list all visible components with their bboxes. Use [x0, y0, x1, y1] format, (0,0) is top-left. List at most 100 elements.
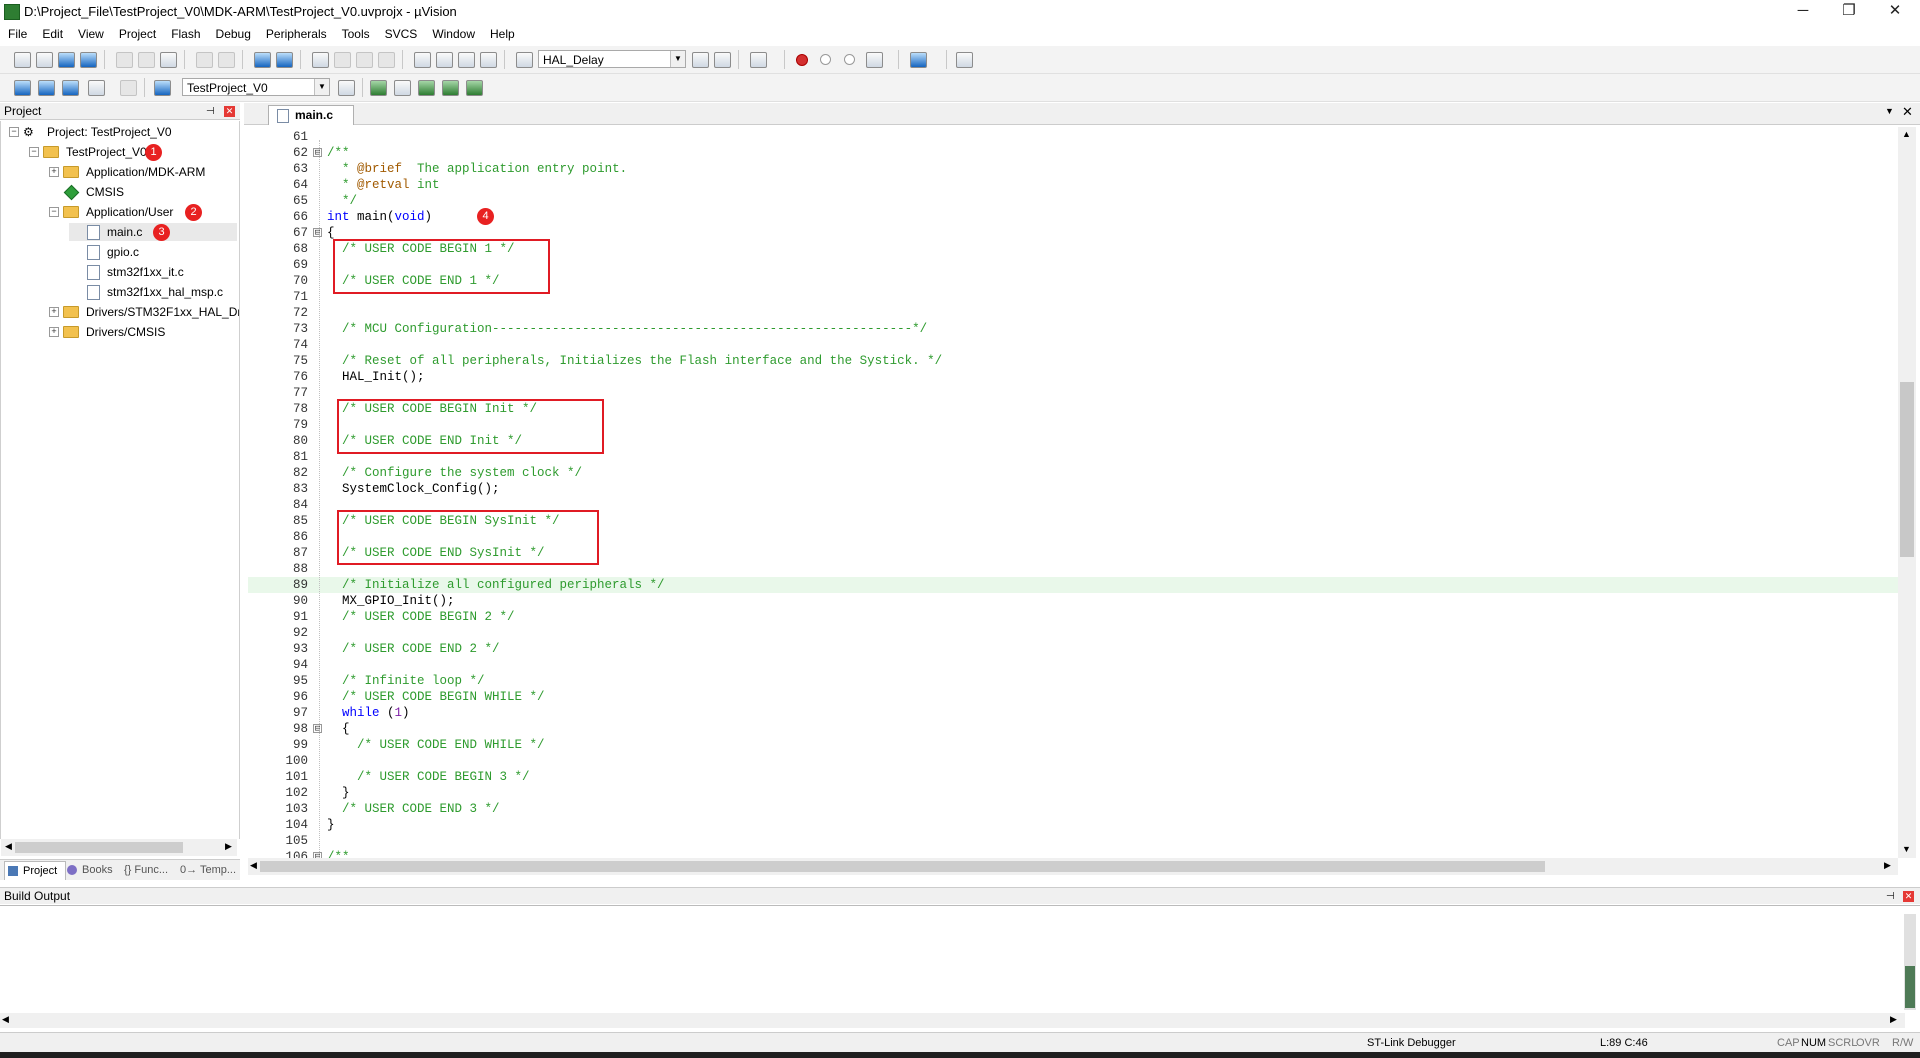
menu-help[interactable]: Help	[482, 24, 522, 42]
menu-view[interactable]: View	[70, 24, 111, 42]
copy-icon[interactable]	[138, 52, 155, 68]
comment-icon[interactable]	[458, 52, 475, 68]
expand-icon[interactable]: +	[49, 327, 59, 337]
code-line[interactable]: 63 * @brief The application entry point.	[248, 161, 1898, 177]
menu-peripherals[interactable]: Peripherals	[258, 24, 334, 42]
save-icon[interactable]	[58, 52, 75, 68]
code-editor[interactable]: 61 62 ⊟/** 63 * @brief The application entr…	[248, 127, 1898, 858]
new-file-icon[interactable]	[14, 52, 31, 68]
paste-icon[interactable]	[160, 52, 177, 68]
build-icon[interactable]	[38, 80, 55, 96]
scroll-left-icon[interactable]: ◀	[250, 860, 257, 871]
code-line[interactable]: 100	[248, 753, 1898, 769]
code-line[interactable]: 97 while (1)	[248, 705, 1898, 721]
code-line[interactable]: 76 HAL_Init();	[248, 369, 1898, 385]
code-line[interactable]: 101 /* USER CODE BEGIN 3 */	[248, 769, 1898, 785]
scroll-down-icon[interactable]: ▼	[1902, 844, 1911, 854]
pack-installer-icon[interactable]	[442, 80, 459, 96]
configure-wrench-icon[interactable]	[956, 52, 973, 68]
code-line[interactable]: 61	[248, 129, 1898, 145]
code-line[interactable]: 92	[248, 625, 1898, 641]
menu-project[interactable]: Project	[111, 24, 163, 42]
scroll-right-icon[interactable]: ▶	[1890, 1014, 1897, 1025]
menu-tools[interactable]: Tools	[334, 24, 377, 42]
menu-svcs[interactable]: SVCS	[377, 24, 425, 42]
code-line[interactable]: 62 ⊟/**	[248, 145, 1898, 161]
scroll-right-icon[interactable]: ▶	[225, 841, 232, 852]
editor-horizontal-scrollbar[interactable]: ◀ ▶	[248, 858, 1898, 875]
navigate-back-icon[interactable]	[254, 52, 271, 68]
breakpoint-disable-icon[interactable]	[820, 54, 831, 65]
code-line[interactable]: 105	[248, 833, 1898, 849]
editor-vertical-scrollbar[interactable]: ▲ ▼	[1898, 127, 1916, 858]
batch-build-icon[interactable]	[88, 80, 105, 96]
manage-components-icon[interactable]	[370, 80, 387, 96]
code-line[interactable]: 102 }	[248, 785, 1898, 801]
breakpoint-disable-all-icon[interactable]	[844, 54, 855, 65]
tree-item-group-drivers-hal[interactable]: + Drivers/STM32F1xx_HAL_Driv	[49, 303, 239, 321]
breakpoint-kill-all-icon[interactable]	[866, 52, 883, 68]
scroll-left-icon[interactable]: ◀	[2, 1014, 9, 1025]
code-line[interactable]: 95 /* Infinite loop */	[248, 673, 1898, 689]
undo-icon[interactable]	[196, 52, 213, 68]
unindent-icon[interactable]	[436, 52, 453, 68]
scroll-thumb[interactable]	[1905, 966, 1915, 1008]
select-packs-icon[interactable]	[418, 80, 435, 96]
bookmark-next-icon[interactable]	[356, 52, 373, 68]
file-extensions-icon[interactable]	[394, 80, 411, 96]
debug-session-icon[interactable]	[750, 52, 767, 68]
minimize-button[interactable]: ─	[1780, 0, 1826, 22]
window-layout-icon[interactable]	[910, 52, 927, 68]
code-line[interactable]: 66 int main(void)	[248, 209, 1898, 225]
indent-icon[interactable]	[414, 52, 431, 68]
expand-icon[interactable]: +	[49, 307, 59, 317]
code-line[interactable]: 83 SystemClock_Config();	[248, 481, 1898, 497]
chevron-down-icon[interactable]: ▼	[314, 79, 329, 95]
tree-item-main-c[interactable]: main.c 3	[69, 223, 237, 241]
redo-icon[interactable]	[218, 52, 235, 68]
code-line[interactable]: 91 /* USER CODE BEGIN 2 */	[248, 609, 1898, 625]
find-icon[interactable]	[692, 52, 709, 68]
target-options-icon[interactable]	[338, 80, 355, 96]
scroll-left-icon[interactable]: ◀	[5, 841, 12, 852]
collapse-icon[interactable]: −	[29, 147, 39, 157]
stop-build-icon[interactable]	[120, 80, 137, 96]
pin-icon[interactable]: ⊣	[206, 103, 215, 120]
close-window-button[interactable]: ✕	[1872, 0, 1918, 22]
code-line[interactable]: 65 */	[248, 193, 1898, 209]
bookmark-previous-icon[interactable]	[334, 52, 351, 68]
bookmark-clear-icon[interactable]	[378, 52, 395, 68]
menu-file[interactable]: File	[0, 24, 34, 42]
navigate-forward-icon[interactable]	[276, 52, 293, 68]
build-output-window[interactable]	[0, 905, 1920, 1014]
uncomment-icon[interactable]	[480, 52, 497, 68]
rebuild-icon[interactable]	[62, 80, 79, 96]
collapse-icon[interactable]: −	[9, 127, 19, 137]
scroll-thumb[interactable]	[260, 861, 1545, 872]
code-line[interactable]: 94	[248, 657, 1898, 673]
menu-flash[interactable]: Flash	[163, 24, 207, 42]
expand-icon[interactable]: +	[49, 167, 59, 177]
chevron-down-icon[interactable]: ▼	[670, 51, 685, 67]
pin-icon[interactable]: ⊣	[1886, 888, 1895, 905]
save-all-icon[interactable]	[80, 52, 97, 68]
code-line[interactable]: 73 /* MCU Configuration-----------------…	[248, 321, 1898, 337]
tab-templates[interactable]: 0→ Temp...	[176, 861, 242, 879]
incremental-find-icon[interactable]	[714, 52, 731, 68]
find-combo[interactable]: HAL_Delay ▼	[538, 50, 686, 68]
translate-icon[interactable]	[14, 80, 31, 96]
code-line[interactable]: 93 /* USER CODE END 2 */	[248, 641, 1898, 657]
code-line[interactable]: 106 ⊟/**	[248, 849, 1898, 858]
menu-edit[interactable]: Edit	[34, 24, 70, 42]
restore-button[interactable]: ❐	[1826, 0, 1872, 22]
code-line[interactable]: 103 /* USER CODE END 3 */	[248, 801, 1898, 817]
breakpoint-icon[interactable]	[796, 54, 808, 66]
scroll-up-icon[interactable]: ▲	[1902, 129, 1911, 139]
tab-list-dropdown-icon[interactable]: ▼	[1885, 106, 1894, 116]
code-line[interactable]: 98 ⊟ {	[248, 721, 1898, 737]
collapse-icon[interactable]: −	[49, 207, 59, 217]
build-output-horizontal-scrollbar[interactable]: ◀ ▶	[0, 1013, 1905, 1028]
project-horizontal-scrollbar[interactable]: ◀ ▶	[1, 839, 237, 856]
menu-debug[interactable]: Debug	[208, 24, 258, 42]
scroll-thumb[interactable]	[15, 842, 183, 853]
